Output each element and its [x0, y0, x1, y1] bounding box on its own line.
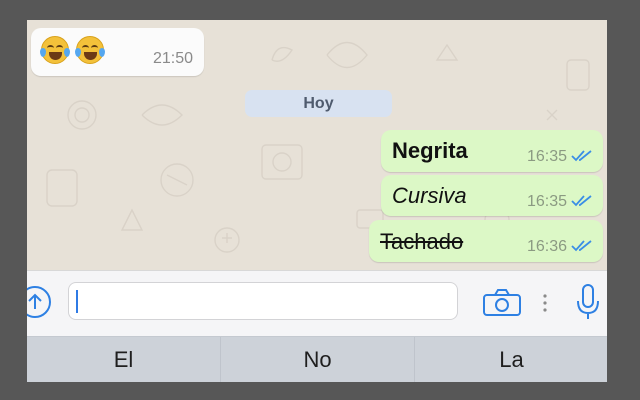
tears-of-joy-emoji: [75, 36, 105, 64]
read-receipt-icon: [571, 195, 592, 207]
more-icon[interactable]: [543, 293, 547, 313]
message-text: Tachado: [380, 229, 464, 254]
outgoing-message-strikethrough[interactable]: Tachado 16:36: [369, 220, 603, 262]
message-time: 16:35: [526, 148, 567, 165]
message-composer: [27, 270, 607, 337]
incoming-message-time: 21:50: [152, 50, 193, 67]
upload-icon[interactable]: [27, 286, 51, 318]
text-cursor: [76, 290, 78, 313]
suggestion-la[interactable]: La: [415, 337, 607, 382]
outgoing-message-italic[interactable]: Cursiva 16:35: [381, 175, 603, 216]
message-time: 16:35: [526, 193, 567, 210]
tears-of-joy-emoji: [40, 36, 70, 64]
read-receipt-icon: [571, 150, 592, 162]
chat-screen: 21:50 Hoy Negrita 16:35 Cursiva 16:35 Ta…: [27, 20, 607, 382]
message-text: Negrita: [392, 138, 468, 163]
outgoing-message-bold[interactable]: Negrita 16:35: [381, 130, 603, 172]
microphone-icon[interactable]: [575, 283, 601, 321]
suggestion-el[interactable]: El: [27, 337, 220, 382]
keyboard-suggestion-bar: El No La: [27, 336, 607, 382]
message-time: 16:36: [526, 238, 567, 255]
incoming-message[interactable]: 21:50: [31, 28, 204, 76]
message-input[interactable]: [68, 282, 458, 320]
read-receipt-icon: [571, 240, 592, 252]
date-separator: Hoy: [245, 90, 392, 117]
message-text: Cursiva: [392, 183, 467, 208]
chat-area: 21:50 Hoy Negrita 16:35 Cursiva 16:35 Ta…: [27, 20, 607, 270]
device-frame: 21:50 Hoy Negrita 16:35 Cursiva 16:35 Ta…: [0, 0, 640, 400]
camera-icon[interactable]: [482, 287, 522, 317]
suggestion-no[interactable]: No: [221, 337, 414, 382]
